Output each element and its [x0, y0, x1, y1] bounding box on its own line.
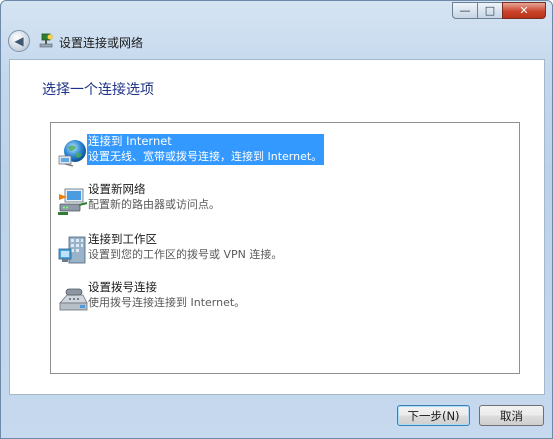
- option-title: 连接到 Internet: [88, 134, 172, 148]
- workplace-vpn-icon: [58, 236, 86, 264]
- option-connect-workplace[interactable]: 连接到工作区 设置到您的工作区的拨号或 VPN 连接。: [57, 231, 507, 277]
- globe-network-icon: [58, 140, 86, 167]
- option-description: 配置新的路由器或访问点。: [88, 198, 220, 211]
- section-heading: 选择一个连接选项: [42, 82, 154, 98]
- close-button[interactable]: ✕: [502, 2, 546, 19]
- next-button[interactable]: 下一步(N): [397, 405, 470, 426]
- dialog-footer: 下一步(N) 取消: [1, 395, 552, 438]
- minimize-icon: —: [459, 4, 471, 17]
- option-text: 连接到工作区 设置到您的工作区的拨号或 VPN 连接。: [88, 232, 282, 262]
- minimize-button[interactable]: —: [452, 2, 478, 19]
- maximize-button[interactable]: □: [477, 2, 503, 19]
- back-button[interactable]: ◀: [8, 30, 30, 52]
- page-title: 设置连接或网络: [59, 36, 144, 50]
- window-controls: — □ ✕: [452, 2, 546, 19]
- dialog-window: — □ ✕ ◀ 设置连接或网络 选择一个连接选项 连接到 Internet 设置…: [0, 0, 553, 439]
- dialup-phone-icon: [59, 288, 88, 311]
- back-arrow-icon: ◀: [14, 34, 24, 48]
- option-dialup[interactable]: 设置拨号连接 使用拨号连接连接到 Internet。: [57, 279, 507, 325]
- option-connect-internet[interactable]: 连接到 Internet 设置无线、宽带或拨号连接，连接到 Internet。: [57, 133, 507, 179]
- option-title: 设置拨号连接: [88, 280, 157, 294]
- option-description: 设置到您的工作区的拨号或 VPN 连接。: [88, 248, 283, 261]
- network-setup-icon: [39, 33, 53, 48]
- content-panel: 选择一个连接选项 连接到 Internet 设置无线、宽带或拨号连接，连接到 I…: [9, 59, 545, 395]
- option-description: 设置无线、宽带或拨号连接，连接到 Internet。: [88, 150, 323, 163]
- option-text: 设置新网络 配置新的路由器或访问点。: [88, 182, 220, 212]
- option-text: 连接到 Internet 设置无线、宽带或拨号连接，连接到 Internet。: [87, 134, 325, 165]
- option-text: 设置拨号连接 使用拨号连接连接到 Internet。: [88, 280, 245, 310]
- maximize-icon: □: [484, 4, 496, 17]
- connection-options-list[interactable]: 连接到 Internet 设置无线、宽带或拨号连接，连接到 Internet。 …: [50, 122, 520, 374]
- navigation-bar: ◀ 设置连接或网络: [1, 23, 552, 55]
- close-icon: ✕: [519, 4, 529, 17]
- option-new-network[interactable]: 设置新网络 配置新的路由器或访问点。: [57, 181, 507, 227]
- option-description: 使用拨号连接连接到 Internet。: [88, 296, 246, 309]
- title-bar[interactable]: — □ ✕: [1, 1, 552, 23]
- router-setup-icon: [58, 188, 88, 215]
- option-title: 设置新网络: [88, 182, 146, 196]
- option-title: 连接到工作区: [88, 232, 157, 246]
- cancel-button[interactable]: 取消: [479, 405, 544, 426]
